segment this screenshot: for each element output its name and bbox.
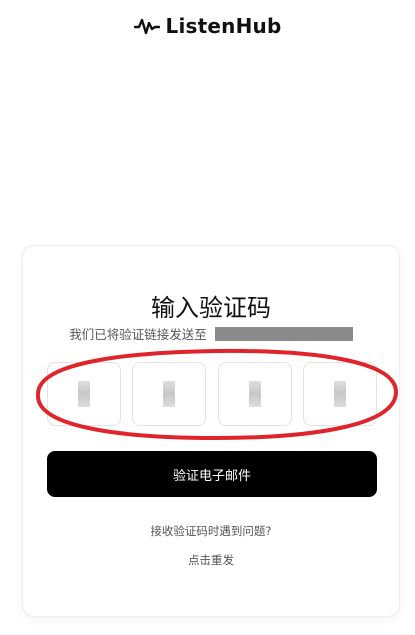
code-digit-blurred: [248, 381, 261, 407]
logo-text: ListenHub: [165, 14, 282, 38]
waveform-icon: [133, 18, 160, 35]
logo[interactable]: ListenHub: [133, 14, 282, 38]
code-input-2[interactable]: [132, 362, 207, 426]
code-digit-blurred: [333, 381, 346, 407]
page-title: 输入验证码: [151, 294, 271, 322]
page: ListenHub 输入验证码 我们已将验证链接发送至 验证电子邮件 接收验证码…: [0, 0, 415, 635]
code-input-1[interactable]: [47, 362, 121, 426]
sent-to-message: 我们已将验证链接发送至: [23, 324, 399, 343]
email-address-redacted: [214, 326, 353, 341]
verify-email-button[interactable]: 验证电子邮件: [47, 451, 377, 497]
resend-code-link[interactable]: 点击重发: [23, 552, 399, 568]
code-digit-blurred: [78, 381, 90, 407]
sent-to-label: 我们已将验证链接发送至: [69, 327, 207, 342]
header: ListenHub: [0, 10, 415, 42]
verification-card: 输入验证码 我们已将验证链接发送至 验证电子邮件 接收验证码时遇到问题? 点击重…: [22, 245, 400, 617]
code-digit-blurred: [163, 381, 176, 407]
code-input-4[interactable]: [302, 362, 377, 426]
code-input-3[interactable]: [217, 362, 292, 426]
code-input-group: [47, 362, 377, 426]
trouble-receiving-text: 接收验证码时遇到问题?: [150, 524, 272, 538]
